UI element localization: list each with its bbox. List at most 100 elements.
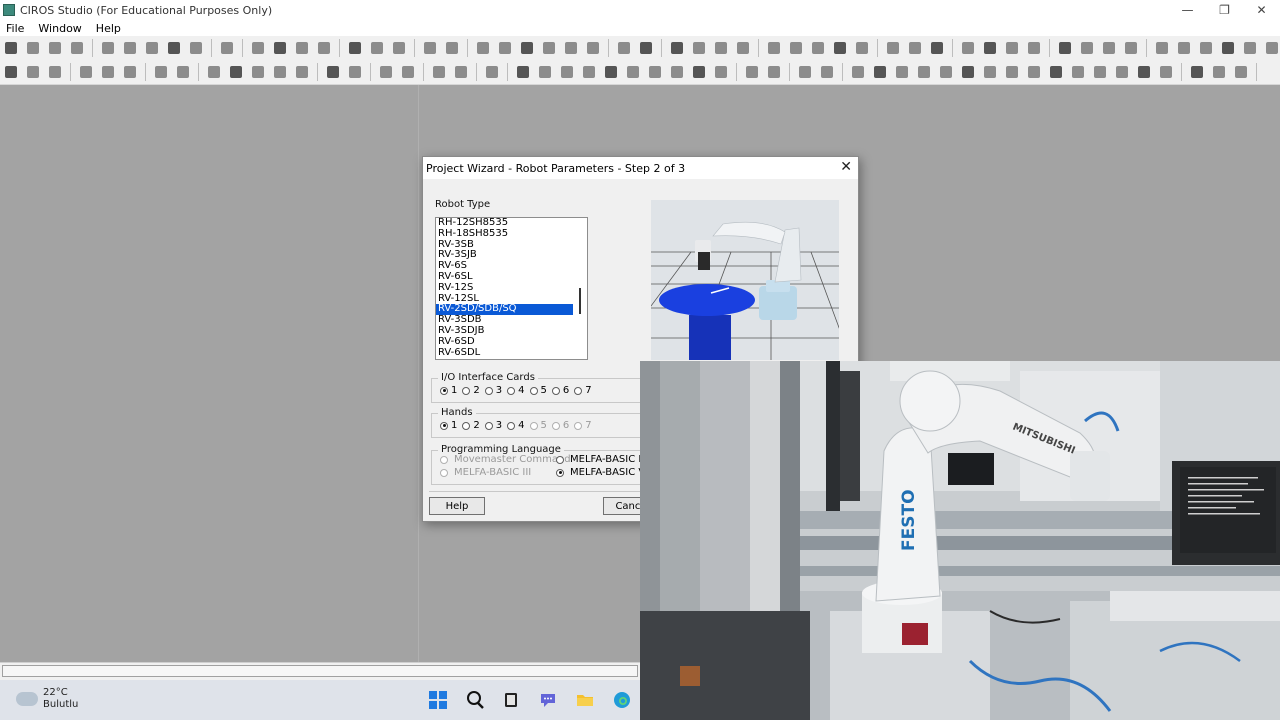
toolbar-tool-icon[interactable] — [3, 64, 19, 80]
toolbar-tool-icon[interactable] — [1070, 64, 1086, 80]
toolbar-tool-icon[interactable] — [1176, 40, 1192, 56]
menu-file[interactable]: File — [0, 22, 32, 35]
hands-radio-4[interactable]: 4 — [507, 420, 525, 431]
lang-melfa-basic-v-radio[interactable]: MELFA-BASIC V — [556, 467, 645, 478]
toolbar-tool-icon[interactable] — [1233, 64, 1249, 80]
hands-radio-6[interactable]: 6 — [551, 420, 569, 431]
close-window-button[interactable]: ✕ — [1243, 0, 1280, 20]
toolbar-tool-icon[interactable] — [1057, 40, 1073, 56]
hands-radio-2[interactable]: 2 — [462, 420, 480, 431]
menu-window[interactable]: Window — [32, 22, 89, 35]
toolbar-tool-icon[interactable] — [206, 64, 222, 80]
toolbar-tool-icon[interactable] — [713, 40, 729, 56]
toolbar-tool-icon[interactable] — [982, 40, 998, 56]
minimize-button[interactable]: — — [1169, 0, 1206, 20]
toolbar-tool-icon[interactable] — [3, 40, 19, 56]
toolbar-tool-icon[interactable] — [638, 40, 654, 56]
io-cards-radio-4[interactable]: 4 — [507, 385, 525, 396]
robot-type-item[interactable]: RV-6SD — [436, 336, 573, 348]
toolbar-tool-icon[interactable] — [228, 64, 244, 80]
toolbar-tool-icon[interactable] — [347, 40, 363, 56]
toolbar-tool-icon[interactable] — [537, 64, 553, 80]
toolbar-tool-icon[interactable] — [563, 40, 579, 56]
toolbar-tool-icon[interactable] — [1026, 64, 1042, 80]
toolbar-tool-icon[interactable] — [541, 40, 557, 56]
toolbar-tool-icon[interactable] — [1114, 64, 1130, 80]
io-cards-radio-6[interactable]: 6 — [551, 385, 569, 396]
io-cards-radio-5[interactable]: 5 — [529, 385, 547, 396]
toolbar-tool-icon[interactable] — [1220, 40, 1236, 56]
teams-chat-icon[interactable] — [536, 688, 560, 712]
dialog-close-icon[interactable]: ✕ — [840, 159, 852, 175]
toolbar-tool-icon[interactable] — [894, 64, 910, 80]
toolbar-tool-icon[interactable] — [960, 40, 976, 56]
toolbar-tool-icon[interactable] — [1189, 64, 1205, 80]
toolbar-tool-icon[interactable] — [647, 64, 663, 80]
edge-browser-icon[interactable] — [610, 688, 634, 712]
toolbar-tool-icon[interactable] — [1079, 40, 1095, 56]
toolbar-tool-icon[interactable] — [1136, 64, 1152, 80]
toolbar-tool-icon[interactable] — [1092, 64, 1108, 80]
toolbar-tool-icon[interactable] — [585, 40, 601, 56]
toolbar-tool-icon[interactable] — [691, 64, 707, 80]
toolbar-tool-icon[interactable] — [982, 64, 998, 80]
toolbar-tool-icon[interactable] — [378, 64, 394, 80]
toolbar-tool-icon[interactable] — [625, 64, 641, 80]
task-view-icon[interactable] — [499, 688, 523, 712]
toolbar-tool-icon[interactable] — [219, 40, 235, 56]
toolbar-tool-icon[interactable] — [153, 64, 169, 80]
toolbar-tool-icon[interactable] — [25, 64, 41, 80]
toolbar-tool-icon[interactable] — [1048, 64, 1064, 80]
hands-radio-5[interactable]: 5 — [529, 420, 547, 431]
toolbar-tool-icon[interactable] — [744, 64, 760, 80]
toolbar-tool-icon[interactable] — [431, 64, 447, 80]
toolbar-tool-icon[interactable] — [735, 40, 751, 56]
toolbar-tool-icon[interactable] — [25, 40, 41, 56]
toolbar-tool-icon[interactable] — [1004, 64, 1020, 80]
robot-type-item[interactable]: RV-12S — [436, 282, 573, 294]
toolbar-tool-icon[interactable] — [581, 64, 597, 80]
toolbar-tool-icon[interactable] — [250, 64, 266, 80]
toolbar-tool-icon[interactable] — [294, 64, 310, 80]
help-button[interactable]: Help — [429, 497, 485, 515]
restore-button[interactable]: ❐ — [1206, 0, 1243, 20]
toolbar-tool-icon[interactable] — [519, 40, 535, 56]
toolbar-tool-icon[interactable] — [960, 64, 976, 80]
toolbar-tool-icon[interactable] — [100, 64, 116, 80]
toolbar-tool-icon[interactable] — [1026, 40, 1042, 56]
toolbar-tool-icon[interactable] — [369, 40, 385, 56]
toolbar-tool-icon[interactable] — [1264, 40, 1280, 56]
toolbar-tool-icon[interactable] — [78, 64, 94, 80]
toolbar-tool-icon[interactable] — [872, 64, 888, 80]
file-explorer-icon[interactable] — [573, 688, 597, 712]
toolbar-tool-icon[interactable] — [916, 64, 932, 80]
toolbar-tool-icon[interactable] — [1101, 40, 1117, 56]
listbox-scrollbar-thumb[interactable] — [579, 288, 581, 314]
hands-radio-3[interactable]: 3 — [484, 420, 502, 431]
toolbar-tool-icon[interactable] — [1154, 40, 1170, 56]
io-cards-radio-7[interactable]: 7 — [574, 385, 592, 396]
toolbar-tool-icon[interactable] — [929, 40, 945, 56]
toolbar-tool-icon[interactable] — [616, 40, 632, 56]
toolbar-tool-icon[interactable] — [316, 40, 332, 56]
toolbar-tool-icon[interactable] — [559, 64, 575, 80]
toolbar-tool-icon[interactable] — [1004, 40, 1020, 56]
toolbar-tool-icon[interactable] — [272, 64, 288, 80]
toolbar-tool-icon[interactable] — [819, 64, 835, 80]
toolbar-tool-icon[interactable] — [453, 64, 469, 80]
toolbar-tool-icon[interactable] — [766, 40, 782, 56]
io-cards-radio-2[interactable]: 2 — [462, 385, 480, 396]
toolbar-tool-icon[interactable] — [669, 64, 685, 80]
toolbar-tool-icon[interactable] — [788, 40, 804, 56]
toolbar-tool-icon[interactable] — [497, 40, 513, 56]
toolbar-tool-icon[interactable] — [422, 40, 438, 56]
robot-type-item[interactable]: RV-6SDL — [436, 347, 573, 359]
weather-widget[interactable]: 22°C Bulutlu — [16, 687, 78, 711]
toolbar-tool-icon[interactable] — [691, 40, 707, 56]
toolbar-tool-icon[interactable] — [475, 40, 491, 56]
toolbar-tool-icon[interactable] — [47, 64, 63, 80]
toolbar-tool-icon[interactable] — [766, 64, 782, 80]
toolbar-tool-icon[interactable] — [122, 40, 138, 56]
toolbar-tool-icon[interactable] — [603, 64, 619, 80]
io-cards-radio-1[interactable]: 1 — [440, 385, 457, 396]
